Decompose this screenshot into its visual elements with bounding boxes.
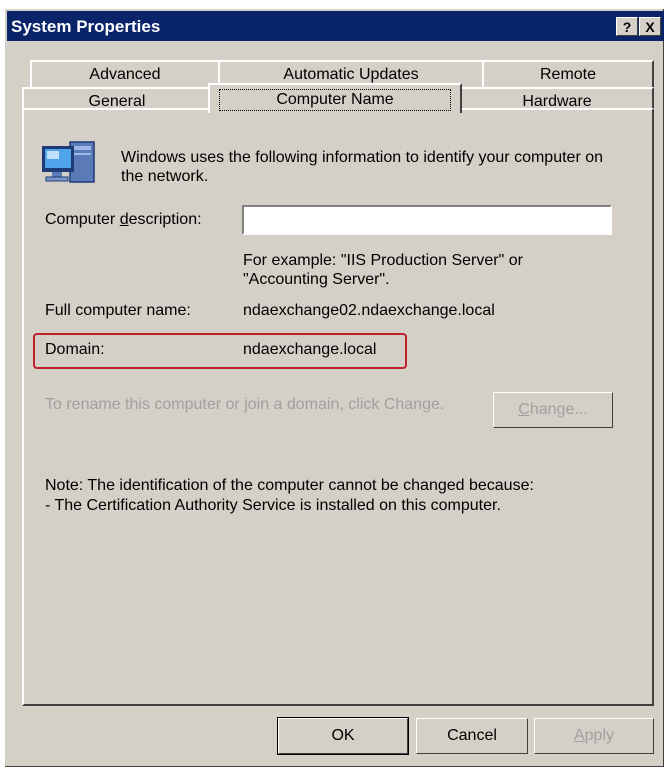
change-button-label: hange...	[529, 401, 588, 418]
intro-text: Windows uses the following information t…	[121, 149, 604, 185]
window-title: System Properties	[11, 17, 161, 36]
rename-instruction-text: To rename this computer or join a domain…	[45, 396, 445, 413]
tab-automatic-updates-label: Automatic Updates	[283, 66, 419, 83]
full-computer-name-label: Full computer name:	[45, 302, 191, 319]
title-bar[interactable]: System Properties ? X	[7, 11, 664, 41]
change-button-mnemonic: C	[518, 401, 530, 418]
domain-value: ndaexchange.local	[243, 341, 377, 358]
computer-network-icon	[42, 141, 95, 183]
change-button[interactable]: Change...	[493, 392, 613, 428]
apply-button[interactable]: Apply	[534, 718, 654, 754]
computer-description-label: Computer description:	[45, 211, 202, 229]
description-example-text: For example: "IIS Production Server" or …	[243, 252, 523, 288]
apply-button-label: pply	[584, 727, 615, 744]
note-line-2: - The Certification Authority Service is…	[45, 497, 501, 514]
description-label-part2: escription:	[128, 211, 202, 228]
tab-computer-name-label: Computer Name	[219, 89, 451, 111]
computer-description-input[interactable]	[242, 205, 612, 235]
tab-advanced-label: Advanced	[89, 66, 161, 83]
tab-remote-label: Remote	[539, 66, 597, 83]
apply-button-mnemonic: A	[573, 727, 585, 744]
description-label-mnemonic: d	[119, 211, 129, 228]
tab-computer-name[interactable]: Computer Name	[208, 83, 462, 113]
description-label-part1: Computer	[45, 211, 120, 228]
tab-remote[interactable]: Remote	[482, 60, 654, 88]
ok-button[interactable]: OK	[277, 717, 409, 755]
cancel-button[interactable]: Cancel	[416, 718, 528, 754]
full-computer-name-value: ndaexchange02.ndaexchange.local	[243, 302, 495, 319]
help-button[interactable]: ?	[616, 17, 638, 36]
close-button[interactable]: X	[639, 17, 661, 36]
tab-advanced[interactable]: Advanced	[30, 60, 220, 88]
domain-label: Domain:	[45, 341, 105, 358]
note-line-1: Note: The identification of the computer…	[45, 477, 534, 494]
